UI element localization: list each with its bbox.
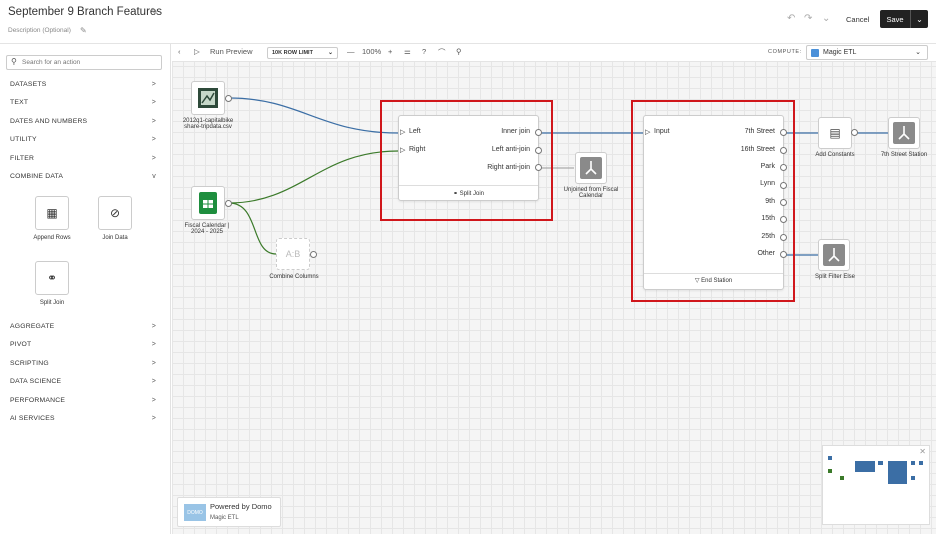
input-port: Input [654,128,670,135]
output-port[interactable] [535,164,542,171]
output-port[interactable] [225,200,232,207]
output-port[interactable] [225,95,232,102]
connection-line [228,150,399,204]
output-port[interactable] [851,129,858,136]
connection-line [228,202,277,255]
output-lynn: Lynn [760,180,775,187]
powered-by-domo: DOMO Powered by Domo Magic ETL [177,497,281,527]
dataset-node-fiscal-calendar[interactable] [191,186,225,220]
output-port[interactable] [780,147,787,154]
seventh-street-station-node[interactable] [888,117,920,149]
minimap-node [911,476,915,480]
end-station-node[interactable]: ▷ Input 7th Street 16th Street Park Lynn… [643,115,784,290]
combine-columns-icon: A:B [285,249,301,259]
input-port-arrow-icon: ▷ [400,129,406,136]
split-join-node[interactable]: ▷ Left ▷ Right Inner join Left anti-join… [398,115,539,201]
connection-line [228,97,399,134]
connections [228,97,888,256]
node-footer-label: Split Join [459,191,485,197]
dataset-label: Fiscal Calendar | 2024 - 2025 [184,223,230,235]
domo-logo: DOMO [184,504,206,521]
filter-icon: ▽ [694,278,700,284]
minimap-node [888,461,907,484]
minimap-node [878,461,883,465]
divider [644,273,783,274]
node-label: Add Constants [815,152,855,158]
product-name: Magic ETL [210,515,239,521]
output-port[interactable] [780,234,787,241]
output-port[interactable] [310,251,317,258]
add-constants-icon: ▤ [829,126,841,140]
output-other: Other [757,250,775,257]
output-dataset-icon [893,122,915,144]
node-label: Unjoined from Fiscal Calendar [563,187,619,199]
output-25th: 25th [761,233,775,240]
output-park: Park [760,163,775,170]
input-port-left: Left [409,128,421,135]
output-9th: 9th [765,198,775,205]
combine-columns-node[interactable]: A:B [276,238,310,270]
minimap-node [828,456,832,460]
node-footer-label: End Station [701,278,733,284]
output-port[interactable] [535,147,542,154]
output-16th-street: 16th Street [740,146,775,153]
spreadsheet-icon [199,192,217,214]
dataset-node-bikeshare[interactable] [191,81,225,115]
minimap-node [919,461,923,465]
output-port[interactable] [780,251,787,258]
output-dataset-icon [580,157,602,179]
output-port[interactable] [780,129,787,136]
minimap-node [840,476,844,480]
output-15th: 15th [761,215,775,222]
output-port[interactable] [780,164,787,171]
output-7th-street: 7th Street [744,128,775,135]
output-port[interactable] [535,129,542,136]
node-label: Split Filter Else [814,274,855,280]
divider [399,185,538,186]
minimap[interactable]: ✕ [822,445,930,525]
node-label: Combine Columns [269,274,319,280]
input-port-arrow-icon: ▷ [645,129,651,136]
minimap-node [828,469,832,473]
powered-by-text: Powered by Domo [210,502,272,511]
split-filter-else-node[interactable] [818,239,850,271]
output-left-anti-join: Left anti-join [491,146,530,153]
output-port[interactable] [780,199,787,206]
node-footer: ⚭ Split Join [399,190,538,197]
node-footer: ▽ End Station [644,277,783,284]
node-label: 7th Street Station [880,152,928,158]
output-inner-join: Inner join [501,128,530,135]
output-dataset-icon [823,244,845,266]
split-join-icon: ⚭ [452,191,458,197]
add-constants-node[interactable]: ▤ [818,117,852,149]
close-icon[interactable]: ✕ [919,447,926,456]
output-right-anti-join: Right anti-join [487,164,530,171]
unjoined-output-node[interactable] [575,152,607,184]
input-port-right: Right [409,146,426,153]
output-port[interactable] [780,216,787,223]
dataset-label: 2012q1-capitalbikeshare-tripdata.csv [182,118,234,130]
minimap-node [855,461,875,472]
output-port[interactable] [780,182,787,189]
input-port-arrow-icon: ▷ [400,147,406,154]
dataset-icon [198,88,218,108]
minimap-node [911,461,915,465]
